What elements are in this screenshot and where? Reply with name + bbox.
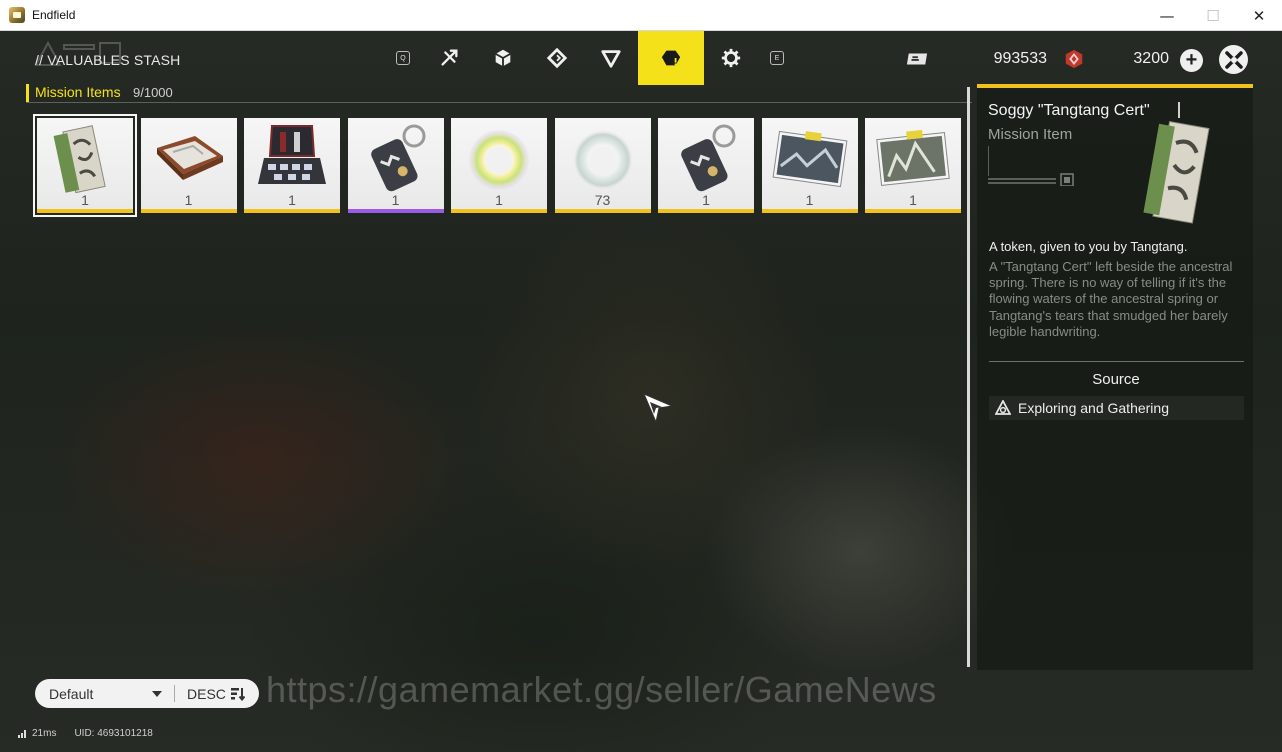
photo-art [876,129,950,186]
sort-desc-icon [230,687,245,701]
tangtang-cert-art [53,125,106,194]
sort-order-button[interactable]: DESC [187,686,226,702]
sort-control[interactable]: Default DESC [35,679,259,708]
item-qty: 1 [288,192,296,208]
grid-scrollbar[interactable] [967,87,970,667]
window-titlebar: Endfield — ☐ ✕ [0,0,1282,31]
chevron-down-icon [152,690,162,697]
clear-ring-art [572,130,633,190]
currency-origeometry[interactable]: 3200 [1063,48,1169,70]
item-qty: 1 [805,192,814,208]
tab-diamond[interactable] [530,31,584,85]
stash-title: // VALUABLES STASH [35,52,181,68]
source-row[interactable]: Exploring and Gathering [989,396,1244,420]
item-card-wooden-tray[interactable]: 1 [140,118,237,213]
cube-icon [495,49,511,67]
item-card-soggy-tangtang-cert[interactable]: 1 [33,114,137,217]
nav-prev-key[interactable]: Q [396,51,410,65]
category-count: 9/1000 [133,85,173,100]
credit-card-icon [906,53,928,65]
item-qty: 1 [909,192,917,208]
tab-feather-cross[interactable] [422,31,476,85]
triangle-icon [601,50,621,68]
signal-icon [18,730,26,738]
iridescent-ring-art [469,130,529,190]
item-card-open-case[interactable]: 1 [244,118,340,213]
tab-mission-items[interactable] [638,31,704,85]
minimize-button[interactable]: — [1144,0,1190,31]
nav-next-key[interactable]: E [770,51,784,65]
detail-separator [989,361,1244,362]
item-card-photo-1[interactable]: 1 [761,118,858,213]
sort-divider [174,685,175,702]
tab-triangle[interactable] [584,31,638,85]
maximize-button[interactable]: ☐ [1190,0,1236,31]
item-card-tag-keychain-2[interactable]: 1 [658,118,754,213]
category-bar: Mission Items 9/1000 [26,83,972,103]
credits-value: 993533 [993,50,1047,67]
window-title: Endfield [32,8,76,22]
gear-icon [721,48,741,68]
item-qty: 1 [495,192,503,208]
status-footer: 21ms UID: 4693101218 [18,728,153,739]
item-detail-panel: Soggy "Tangtang Cert" Mission Item A tok… [977,84,1253,670]
wooden-tray-art [156,136,223,180]
origeometry-value: 3200 [1133,50,1169,67]
diamond-ring-icon [546,47,568,69]
item-card-clear-ring[interactable]: 73 [554,118,651,213]
open-case-art [258,125,326,184]
sort-dropdown[interactable]: Default [49,686,152,702]
item-grid: 1 1 1 1 1 73 1 1 1 [33,114,969,217]
gathering-icon [995,400,1011,415]
close-icon [1224,50,1243,69]
item-qty: 1 [391,192,400,208]
category-accent [26,84,29,102]
item-card-iridescent-ring[interactable]: 1 [451,118,547,213]
tag-keychain-art [681,124,736,192]
cursor-icon [643,393,674,424]
detail-description: A token, given to you by Tangtang. [989,239,1188,254]
tab-cube[interactable] [476,31,530,85]
photo-art [772,130,847,188]
item-qty: 1 [81,192,89,208]
item-card-photo-2[interactable]: 1 [865,118,961,213]
detail-decoration [988,146,1074,186]
source-heading: Source [1092,371,1140,388]
detail-lore: A "Tangtang Cert" left beside the ancest… [989,259,1233,339]
item-qty: 1 [702,192,710,208]
tag-keychain-art [370,124,425,192]
window-close-button[interactable]: ✕ [1236,0,1282,31]
item-card-tag-keychain[interactable]: 1 [347,118,444,213]
app-icon [9,7,25,23]
watermark: https://gamemarket.gg/seller/GameNews [266,669,937,710]
detail-title-marker [1178,102,1180,118]
mission-box-icon [661,50,681,66]
tangtang-cert-art [1143,121,1210,224]
add-currency-button[interactable]: + [1180,49,1203,72]
uid-label: UID: 4693101218 [74,728,153,739]
item-qty: 73 [594,192,611,208]
ping-value: 21ms [32,728,57,739]
game-viewport: // VALUABLES STASH Q E 993533 3200 + Mis… [0,31,1282,752]
feather-cross-icon [441,49,458,66]
source-text: Exploring and Gathering [1018,400,1169,416]
window-controls: — ☐ ✕ [1144,0,1282,31]
category-name: Mission Items [35,84,121,100]
item-qty: 1 [184,192,193,208]
detail-title: Soggy "Tangtang Cert" [988,102,1150,119]
tab-gear[interactable] [704,31,758,85]
origeometry-icon [1065,49,1083,69]
detail-type: Mission Item [988,126,1073,143]
close-button[interactable] [1219,45,1248,74]
category-nav: Q E [384,31,796,85]
currency-credits[interactable]: 993533 [906,48,1047,70]
